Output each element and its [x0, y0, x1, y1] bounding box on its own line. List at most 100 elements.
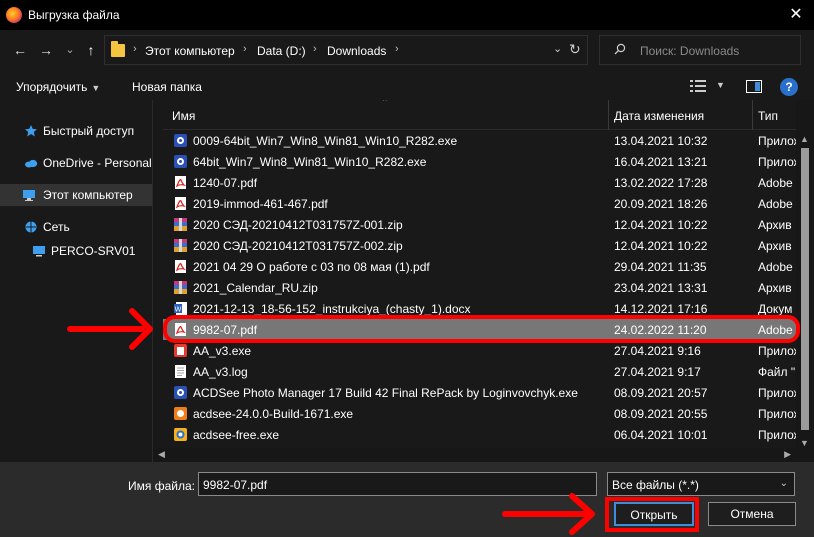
file-name: ACDSee Photo Manager 17 Build 42 Final R…: [193, 386, 578, 400]
sidebar-item-this-pc[interactable]: Этот компьютер: [0, 184, 152, 206]
search-icon: [614, 43, 626, 55]
scroll-down-icon[interactable]: ▼: [800, 438, 809, 448]
file-row[interactable]: 1240-07.pdf 13.02.2022 17:28 Adobe: [163, 172, 796, 193]
file-date: 23.04.2021 13:31: [614, 281, 708, 295]
monitor-icon: [33, 246, 45, 257]
archive-icon: [173, 217, 188, 232]
filename-value: 9982-07.pdf: [203, 478, 268, 492]
pdf-icon: [173, 259, 188, 274]
cancel-button[interactable]: Отмена: [708, 502, 796, 526]
file-date: 27.04.2021 9:16: [614, 344, 701, 358]
file-row[interactable]: acdsee-free.exe 06.04.2021 10:01 Прилож: [163, 424, 796, 445]
back-button[interactable]: ←: [10, 40, 30, 60]
chevron-right-icon[interactable]: ›: [395, 43, 399, 55]
file-type: Прилож: [758, 386, 796, 400]
command-bar: Упорядочить ▼ Новая папка ▼ ?: [0, 72, 814, 100]
scroll-thumb[interactable]: [801, 148, 809, 430]
file-date: 06.04.2021 10:01: [614, 428, 708, 442]
file-name: acdsee-free.exe: [193, 428, 280, 442]
annotation-highlight-row: [163, 315, 800, 343]
sidebar-item-label: PERCO-SRV01: [51, 244, 136, 258]
column-separator[interactable]: [752, 100, 753, 130]
caret-down-icon[interactable]: ▼: [716, 80, 725, 90]
annotation-highlight-open-button: [605, 497, 699, 532]
file-row[interactable]: 2021_Calendar_RU.zip 23.04.2021 13:31 Архи…: [163, 277, 796, 298]
file-date: 16.04.2021 13:21: [614, 155, 708, 169]
sidebar-item-label: Этот компьютер: [43, 188, 133, 202]
chevron-down-icon[interactable]: ⌄: [553, 42, 562, 55]
filename-label: Имя файла:: [128, 479, 195, 493]
svg-text:W: W: [175, 306, 182, 314]
sidebar-item-network[interactable]: Сеть: [0, 216, 152, 238]
sidebar-item-onedrive[interactable]: OneDrive - Personal: [0, 152, 152, 174]
recent-locations-button[interactable]: ⌄: [60, 40, 80, 60]
file-row[interactable]: acdsee-24.0.0-Build-1671.exe 08.09.2021 2…: [163, 403, 796, 424]
search-box[interactable]: Поиск: Downloads: [599, 35, 801, 65]
caret-down-icon: ▼: [91, 83, 101, 93]
file-name: 64bit_Win7_Win8_Win81_Win10_R282.exe: [193, 155, 427, 169]
chevron-right-icon[interactable]: ›: [133, 43, 137, 55]
close-button[interactable]: ✕: [786, 5, 806, 25]
sidebar-item-quick-access[interactable]: Быстрый доступ: [0, 120, 152, 142]
file-type: Файл ": [758, 365, 796, 379]
filename-input[interactable]: 9982-07.pdf: [198, 472, 597, 496]
file-name: acdsee-24.0.0-Build-1671.exe: [193, 407, 354, 421]
folder-icon: [111, 41, 125, 57]
file-row[interactable]: ACDSee Photo Manager 17 Build 42 Final R…: [163, 382, 796, 403]
breadcrumb-this-pc[interactable]: Этот компьютер: [145, 44, 235, 58]
file-type-select[interactable]: Все файлы (*.*) ⌄: [607, 472, 795, 496]
column-header-date[interactable]: Дата изменения: [614, 109, 704, 123]
pane-divider[interactable]: [152, 100, 153, 462]
file-row[interactable]: 2020 СЭД-20210412T031757Z-002.zip 12.04.2…: [163, 235, 796, 256]
view-options-icon[interactable]: [690, 80, 706, 92]
help-button[interactable]: ?: [780, 78, 798, 96]
file-type: Прилож: [758, 155, 796, 169]
word-icon: W: [173, 301, 188, 316]
sidebar-item-perco-srv01[interactable]: PERCO-SRV01: [0, 240, 152, 262]
file-row[interactable]: AA_v3.exe 27.04.2021 9:16 Прилож: [163, 340, 796, 361]
file-row[interactable]: 64bit_Win7_Win8_Win81_Win10_R282.exe 16.0…: [163, 151, 796, 172]
organize-button[interactable]: Упорядочить ▼: [16, 80, 100, 94]
address-bar[interactable]: › Этот компьютер › Data (D:) › Downloads…: [104, 35, 588, 65]
column-header-name[interactable]: Имя: [172, 109, 195, 123]
file-type: Прилож: [758, 428, 796, 442]
star-icon: [25, 125, 37, 137]
vertical-scrollbar[interactable]: ▲ ▼: [796, 100, 814, 462]
up-button[interactable]: ↑: [81, 40, 101, 60]
file-type: Прилож: [758, 407, 796, 421]
file-type: Прилож: [758, 344, 796, 358]
cloud-icon: [25, 159, 38, 168]
forward-button[interactable]: →: [36, 40, 56, 60]
file-date: 20.09.2021 18:26: [614, 197, 708, 211]
navigation-bar: ← → ⌄ ↑ › Этот компьютер › Data (D:) › D…: [0, 30, 814, 70]
archive-icon: [173, 238, 188, 253]
scroll-left-icon[interactable]: ◀: [158, 449, 165, 460]
breadcrumb-downloads[interactable]: Downloads: [327, 44, 386, 58]
scroll-right-icon[interactable]: ▶: [784, 449, 791, 460]
horizontal-scrollbar[interactable]: ◀ ▶: [153, 448, 796, 462]
file-row[interactable]: AA_v3.log 27.04.2021 9:17 Файл ": [163, 361, 796, 382]
pdf-icon: [173, 175, 188, 190]
file-row[interactable]: 2021 04 29 О работе с 03 по 08 мая (1).p…: [163, 256, 796, 277]
column-header-type[interactable]: Тип: [758, 109, 778, 123]
sidebar-item-label: Сеть: [43, 220, 70, 234]
breadcrumb-drive[interactable]: Data (D:): [257, 44, 306, 58]
preview-pane-icon[interactable]: [746, 80, 762, 93]
refresh-button[interactable]: ↻: [569, 41, 581, 58]
file-row[interactable]: 0009-64bit_Win7_Win8_Win81_Win10_R282.ex…: [163, 130, 796, 151]
chevron-right-icon[interactable]: ›: [243, 43, 247, 55]
file-date: 08.09.2021 20:55: [614, 407, 708, 421]
app-icon: [173, 343, 188, 358]
chevron-right-icon[interactable]: ›: [313, 43, 317, 55]
installer-icon: [173, 154, 188, 169]
scroll-up-icon[interactable]: ▲: [800, 134, 809, 144]
file-name: 1240-07.pdf: [193, 176, 258, 190]
file-row[interactable]: 2020 СЭД-20210412T031757Z-001.zip 12.04.2…: [163, 214, 796, 235]
new-folder-button[interactable]: Новая папка: [132, 80, 202, 94]
file-type: Докум: [758, 302, 793, 316]
installer-icon: [173, 385, 188, 400]
column-separator[interactable]: [608, 100, 609, 130]
file-date: 12.04.2021 10:22: [614, 218, 708, 232]
file-date: 12.04.2021 10:22: [614, 239, 708, 253]
file-row[interactable]: 2019-immod-461-467.pdf 20.09.2021 18:26 Ad…: [163, 193, 796, 214]
